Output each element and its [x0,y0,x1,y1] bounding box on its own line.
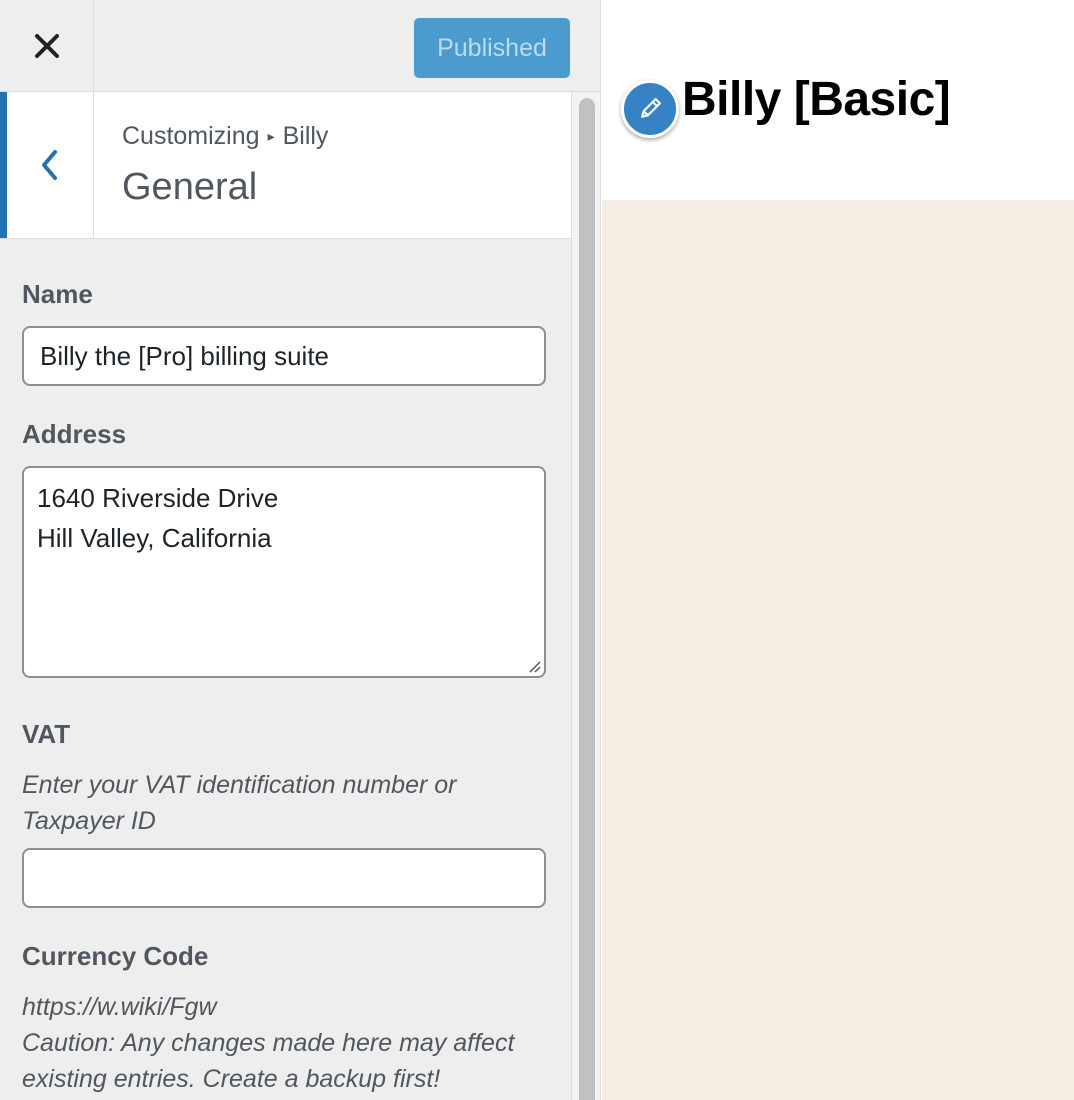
site-preview: Billy [Basic] [602,0,1074,1100]
chevron-left-icon [42,150,57,180]
address-line-1: 1640 Riverside Drive [37,483,279,513]
scrollbar-thumb[interactable] [579,98,595,1100]
section-header: Customizing ▸ Billy General [0,92,571,239]
breadcrumb-parent: Customizing [122,122,260,150]
currency-code-link: https://w.wiki/Fgw [22,993,217,1021]
section-title: General [122,166,258,208]
pencil-icon [641,98,661,118]
address-line-2: Hill Valley, California [37,523,272,553]
close-icon [34,33,59,58]
currency-code-label: Currency Code [22,941,209,971]
breadcrumb-separator: ▸ [267,128,275,144]
currency-code-description: https://w.wiki/Fgw Caution: Any changes … [22,989,562,1097]
vat-input[interactable] [22,848,546,908]
vat-label: VAT [22,719,71,749]
edit-shortcut-button[interactable] [621,80,679,138]
breadcrumb-current: Billy [282,122,329,150]
site-title[interactable]: Billy [Basic] [682,72,951,127]
name-input[interactable]: Billy the [Pro] billing suite [22,326,546,386]
name-label: Name [22,279,93,309]
customizer-header: Published [0,0,600,92]
sidebar-scrollbar[interactable] [571,92,600,1100]
breadcrumb: Customizing ▸ Billy [122,122,328,151]
close-button[interactable] [0,0,94,91]
back-button[interactable] [0,92,94,238]
preview-header: Billy [Basic] [602,0,1074,200]
resize-handle-icon[interactable] [527,659,541,673]
customizer-sidebar: Published Customizing ▸ Billy General Name… [0,0,601,1100]
currency-code-caution: Caution: Any changes made here may affec… [22,1029,515,1093]
address-textarea[interactable]: 1640 Riverside Drive Hill Valley, Califo… [22,466,546,678]
address-label: Address [22,419,127,449]
name-input-value: Billy the [Pro] billing suite [40,340,330,371]
vat-description: Enter your VAT identification number or … [22,771,457,835]
publish-button[interactable]: Published [414,18,570,78]
